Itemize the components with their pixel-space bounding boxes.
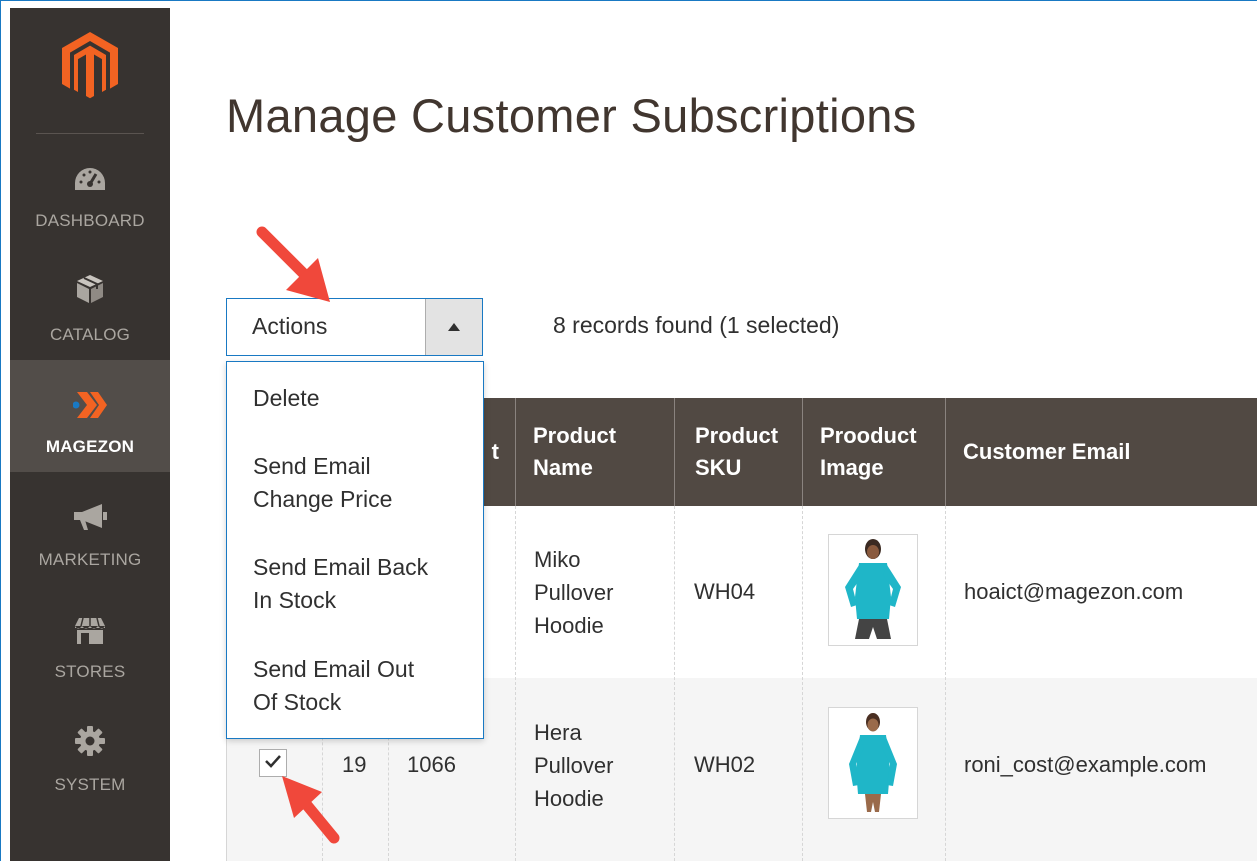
gear-icon [10,724,170,758]
column-header-label: Image [820,455,884,480]
megaphone-icon [10,500,170,534]
sidebar-item-stores[interactable]: STORES [10,600,170,712]
sidebar-item-label: CATALOG [49,325,131,344]
column-header-label: t [491,439,499,464]
menu-item-send-email-change-price[interactable]: Send Email Change Price [253,450,392,516]
actions-label: Actions [252,313,328,339]
column-header-label: Product [695,423,779,448]
column-header-product-image[interactable]: Prooduct Image [802,398,945,506]
sidebar-item-label: MAGEZON [45,437,135,456]
sidebar-item-catalog[interactable]: CATALOG [10,260,170,372]
records-count: 8 records found (1 selected) [553,312,840,338]
magento-logo-icon[interactable] [60,30,120,102]
sidebar-item-magezon[interactable]: MAGEZON [10,360,170,472]
annotation-arrow-icon [282,776,340,844]
sidebar-item-label: DASHBOARD [35,211,145,230]
customer-email-cell: hoaict@magezon.com [964,579,1184,604]
sidebar-item-label: STORES [54,662,126,681]
sidebar-item-label: SYSTEM [54,775,126,794]
actions-dropdown-menu: Delete Send Email Change Price Send Emai… [226,361,484,739]
product-image[interactable] [828,707,918,819]
column-header-label: Customer Email [963,439,1131,464]
storefront-icon [10,614,170,648]
menu-item-send-email-out-of-stock[interactable]: Send Email Out Of Stock [253,653,414,719]
column-divider [802,506,803,861]
column-header-customer-email[interactable]: Customer Email [945,398,1257,506]
column-header-label: Prooduct [820,423,917,448]
menu-item-send-email-back-in-stock[interactable]: Send Email Back In Stock [253,551,428,617]
product-id-cell: 1066 [407,752,456,777]
caret-up-icon [448,318,460,336]
product-name-cell: Miko Pullover Hoodie [534,547,614,638]
magezon-logo-icon [10,388,170,422]
column-header-product-sku[interactable]: Product SKU [674,398,802,506]
product-image[interactable] [828,534,918,646]
speedometer-icon [10,162,170,196]
sidebar-item-dashboard[interactable]: DASHBOARD [10,148,170,260]
page-title: Manage Customer Subscriptions [226,89,917,142]
actions-toggle-button[interactable] [425,299,482,355]
column-divider [945,506,946,861]
column-header-label: Name [533,455,593,480]
product-name-cell: Hera Pullover Hoodie [534,720,614,811]
admin-sidebar: DASHBOARD CATALOG MAGEZON MARKETING STOR… [10,8,170,861]
sidebar-item-marketing[interactable]: MARKETING [10,488,170,600]
logo-divider [36,133,144,134]
customer-email-cell: roni_cost@example.com [964,752,1207,777]
column-header-label: Product [533,423,617,448]
column-header-label: SKU [695,455,742,480]
menu-item-delete[interactable]: Delete [253,382,319,415]
box-icon [10,272,170,306]
annotation-arrow-icon [256,226,330,302]
sidebar-item-system[interactable]: SYSTEM [10,712,170,824]
product-sku-cell: WH04 [694,579,756,604]
column-divider [515,506,516,861]
column-divider [674,506,675,861]
column-header-product-name[interactable]: Product Name [515,398,674,506]
product-sku-cell: WH02 [694,752,756,777]
sidebar-item-label: MARKETING [38,550,142,569]
